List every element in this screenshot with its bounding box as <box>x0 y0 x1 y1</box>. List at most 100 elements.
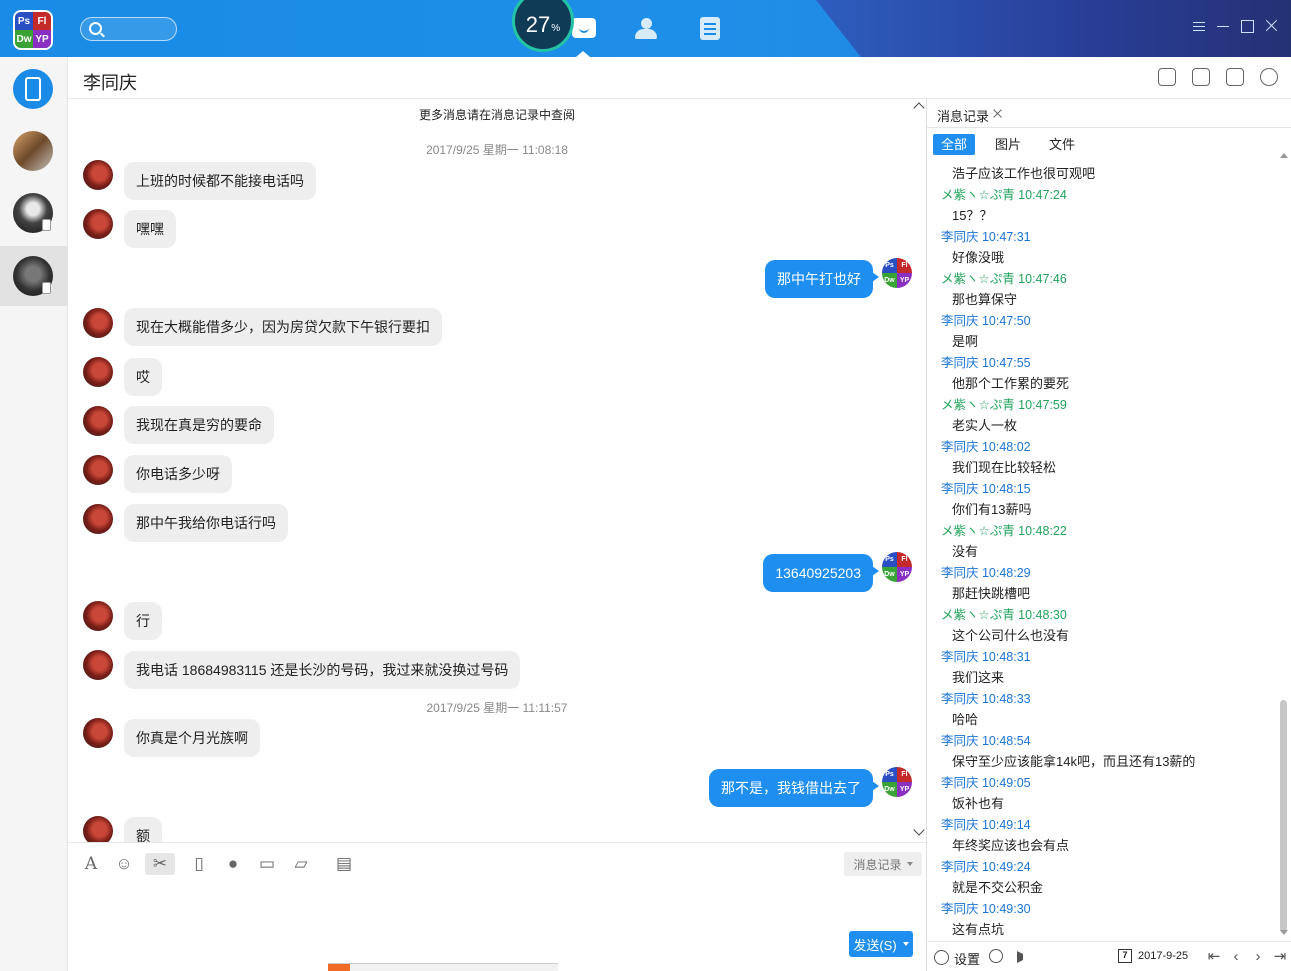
contact-avatar[interactable] <box>83 357 113 387</box>
contact-avatar[interactable] <box>83 209 113 239</box>
history-sender-time: 李同庆 10:48:54 <box>941 734 1031 748</box>
my-avatar[interactable]: Ps Fl Dw YP <box>882 552 912 582</box>
screenshot-icon[interactable]: ✂ <box>145 853 175 875</box>
history-sender-time: 李同庆 10:48:02 <box>941 440 1031 454</box>
title-bar-wedge <box>816 0 1291 57</box>
contacts-icon <box>641 18 652 29</box>
history-date: 2017-9-25 <box>1138 950 1189 962</box>
history-filters: 全部 图片 文件 <box>933 134 1095 156</box>
history-message-text: 哈哈 <box>952 712 979 727</box>
shake-icon[interactable]: ▯ <box>188 853 210 875</box>
history-message-text: 15？？ <box>952 208 993 223</box>
cpu-gauge[interactable]: 27% <box>512 0 574 52</box>
send-label: 发送(S) <box>853 937 897 953</box>
cpu-gauge-value: 27 <box>525 12 551 37</box>
font-icon[interactable]: A <box>80 853 102 875</box>
history-scrollbar[interactable] <box>1278 153 1288 937</box>
history-sender-time: メ紫ヽ☆ぷ青 10:47:59 <box>941 398 1067 412</box>
history-message-text: 年终奖应该也会有点 <box>952 838 1070 853</box>
maximize-icon[interactable] <box>1239 18 1255 34</box>
close-icon[interactable] <box>992 108 1002 118</box>
gear-icon[interactable] <box>934 950 949 965</box>
cpu-gauge-unit: % <box>551 22 561 34</box>
nav-contacts-tab[interactable] <box>632 16 662 42</box>
contact-avatar[interactable] <box>83 650 113 680</box>
search-icon[interactable] <box>989 949 1003 963</box>
history-message-text: 那也算保守 <box>952 292 1018 307</box>
contact-avatar[interactable] <box>83 406 113 436</box>
more-messages-hint[interactable]: 更多消息请在消息记录中查阅 <box>68 106 926 123</box>
rail-item-contact-active[interactable] <box>0 246 68 306</box>
outgoing-message: 13640925203 <box>763 554 879 592</box>
search-input[interactable] <box>80 17 177 41</box>
add-contact-icon[interactable] <box>1226 68 1244 86</box>
settings-icon[interactable] <box>1260 68 1278 86</box>
logo-letter: Dw <box>15 30 33 48</box>
filter-files[interactable]: 文件 <box>1041 134 1083 155</box>
my-avatar[interactable]: Ps Fl Dw YP <box>882 258 912 288</box>
nav-space-tab[interactable] <box>697 16 727 42</box>
last-page-icon[interactable]: ⇥ <box>1273 949 1287 964</box>
message-history-panel: 消息记录 全部 图片 文件 浩子应该工作也很可观吧 メ紫ヽ☆ぷ青 10:47:24… <box>926 99 1291 971</box>
mobile-online-icon <box>42 282 51 294</box>
chat-bubble-icon <box>572 18 596 38</box>
first-page-icon[interactable]: ⇤ <box>1207 949 1221 964</box>
voice-call-icon[interactable] <box>1192 68 1210 86</box>
chevron-down-icon[interactable] <box>914 826 924 836</box>
scroll-thumb[interactable] <box>1280 700 1287 933</box>
speaker-icon[interactable] <box>1017 951 1029 963</box>
contact-avatar[interactable] <box>83 455 113 485</box>
timestamp: 2017/9/25 星期一 11:11:57 <box>426 701 568 715</box>
contact-avatar[interactable] <box>83 504 113 534</box>
phone-icon <box>25 77 41 101</box>
contact-avatar[interactable] <box>83 816 113 842</box>
remote-assist-icon[interactable] <box>1158 68 1176 86</box>
image-icon[interactable]: ▭ <box>256 853 278 875</box>
caret-down-icon <box>902 942 909 946</box>
contact-avatar[interactable] <box>83 160 113 190</box>
calendar-icon[interactable]: 7 <box>1118 949 1132 963</box>
incoming-message: 我电话 18684983115 还是长沙的号码，我过来就没换过号码 <box>124 651 521 689</box>
my-avatar[interactable]: Ps Fl Dw YP <box>882 767 912 797</box>
history-message-text: 这个公司什么也没有 <box>952 628 1070 643</box>
history-tab[interactable]: 消息记录 <box>927 99 1291 128</box>
contact-avatar[interactable] <box>83 601 113 631</box>
rail-item-contact[interactable] <box>0 121 68 181</box>
message-history-button[interactable]: 消息记录 <box>844 852 922 876</box>
incoming-message: 行 <box>124 602 162 640</box>
history-sender-time: 李同庆 10:48:15 <box>941 482 1031 496</box>
message-list[interactable]: 更多消息请在消息记录中查阅 2017/9/25 星期一 11:08:18 上班的… <box>68 99 926 842</box>
next-page-icon[interactable]: › <box>1251 949 1265 964</box>
contact-avatar[interactable] <box>83 718 113 748</box>
send-button[interactable]: 发送(S) <box>849 931 913 957</box>
filter-all[interactable]: 全部 <box>933 134 976 155</box>
document-icon <box>700 17 720 40</box>
message-input[interactable]: 发送(S) <box>68 882 926 971</box>
history-settings-label[interactable]: 设置 <box>954 949 980 968</box>
history-tab-label: 消息记录 <box>937 109 990 124</box>
history-message-text: 是啊 <box>952 334 979 349</box>
history-list[interactable]: 浩子应该工作也很可观吧 メ紫ヽ☆ぷ青 10:47:24 15？？ 李同庆 10:47:… <box>927 163 1277 943</box>
minimize-icon[interactable] <box>1215 18 1231 34</box>
search-icon <box>89 22 102 35</box>
menu-icon[interactable] <box>1191 18 1207 34</box>
outgoing-message: 那不是，我钱借出去了 <box>709 769 879 807</box>
emoji-icon[interactable]: ☺ <box>113 853 135 875</box>
close-icon[interactable] <box>1263 18 1279 34</box>
filter-images[interactable]: 图片 <box>987 134 1029 155</box>
incoming-message: 我现在真是穷的要命 <box>124 406 274 444</box>
contact-name: 李同庆 <box>83 73 137 93</box>
mobile-online-icon <box>42 219 51 231</box>
scroll-down-icon[interactable] <box>1280 930 1288 935</box>
user-avatar[interactable]: Ps Fl Dw YP <box>13 10 53 50</box>
rail-item-contact[interactable] <box>0 183 68 243</box>
previous-page-icon[interactable]: ‹ <box>1229 949 1243 964</box>
red-packet-icon[interactable]: ▤ <box>333 853 355 875</box>
incoming-message: 你真是个月光族啊 <box>124 719 260 757</box>
scroll-up-icon[interactable] <box>1280 153 1288 158</box>
rail-item-device[interactable] <box>0 59 68 119</box>
voice-message-icon[interactable]: ● <box>222 853 244 875</box>
contact-avatar[interactable] <box>83 308 113 338</box>
history-message-text: 好像没哦 <box>952 250 1005 265</box>
folder-icon[interactable]: ▱ <box>290 853 312 875</box>
